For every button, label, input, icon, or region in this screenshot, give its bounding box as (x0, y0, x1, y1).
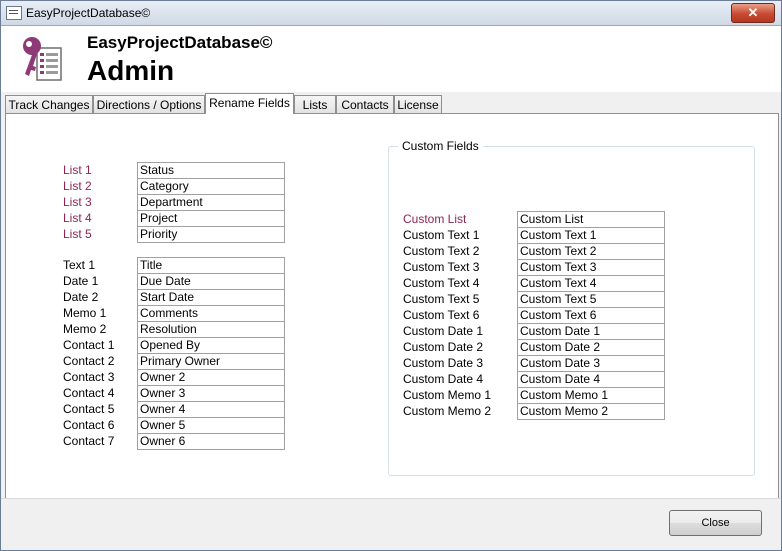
field-name-input[interactable]: Owner 6 (137, 433, 285, 450)
field-label: Contact 6 (63, 418, 115, 432)
tab-lists[interactable]: Lists (294, 95, 336, 113)
custom-field-label: Custom Text 1 (403, 228, 480, 242)
custom-field-input[interactable]: Custom Memo 2 (517, 403, 665, 420)
field-label: Text 1 (63, 258, 96, 272)
field-name-input[interactable]: Resolution (137, 321, 285, 338)
field-name-input[interactable]: Owner 3 (137, 385, 285, 402)
field-label: Contact 7 (63, 434, 115, 448)
custom-field-input[interactable]: Custom Date 1 (517, 323, 665, 340)
field-name-input[interactable]: Title (137, 257, 285, 274)
list-label: List 4 (63, 211, 92, 225)
custom-fields-title: Custom Fields (398, 139, 483, 153)
window-close-button[interactable]: ✕ (731, 3, 775, 23)
custom-field-input[interactable]: Custom Text 1 (517, 227, 665, 244)
custom-field-input[interactable]: Custom Text 3 (517, 259, 665, 276)
close-button[interactable]: Close (669, 510, 762, 536)
custom-field-label: Custom Date 1 (403, 324, 484, 338)
custom-field-label: Custom Date 2 (403, 340, 484, 354)
list-label: List 5 (63, 227, 92, 241)
custom-field-label: Custom Text 3 (403, 260, 480, 274)
app-window: EasyProjectDatabase© ✕ EasyProjectDataba… (0, 0, 782, 551)
field-label: Memo 2 (63, 322, 107, 336)
field-name-input[interactable]: Primary Owner (137, 353, 285, 370)
field-label: Contact 5 (63, 402, 115, 416)
window-title: EasyProjectDatabase© (26, 6, 151, 20)
rename-fields-panel: List 1 Status List 2 Category List 3 Dep… (5, 113, 779, 499)
field-name-input[interactable]: Owner 2 (137, 369, 285, 386)
custom-field-label: Custom Text 5 (403, 292, 480, 306)
custom-field-input[interactable]: Custom List (517, 211, 665, 228)
field-label: Contact 1 (63, 338, 115, 352)
custom-field-label: Custom Date 3 (403, 356, 484, 370)
footer-divider (1, 498, 781, 499)
list-label: List 2 (63, 179, 92, 193)
custom-field-input[interactable]: Custom Date 3 (517, 355, 665, 372)
custom-field-label: Custom List (403, 212, 467, 226)
custom-field-label: Custom Text 2 (403, 244, 480, 258)
page-title: Admin (87, 55, 175, 86)
custom-field-input[interactable]: Custom Text 4 (517, 275, 665, 292)
field-name-input[interactable]: Owner 5 (137, 417, 285, 434)
key-form-icon (23, 37, 62, 81)
custom-field-label: Custom Text 4 (403, 276, 480, 290)
header: EasyProjectDatabase© Admin (1, 26, 781, 92)
list-name-input[interactable]: Priority (137, 226, 285, 243)
title-bar[interactable]: EasyProjectDatabase© ✕ (1, 1, 781, 26)
list-name-input[interactable]: Department (137, 194, 285, 211)
field-name-input[interactable]: Owner 4 (137, 401, 285, 418)
custom-field-input[interactable]: Custom Text 6 (517, 307, 665, 324)
list-label: List 3 (63, 195, 92, 209)
custom-field-input[interactable]: Custom Memo 1 (517, 387, 665, 404)
field-label: Contact 3 (63, 370, 115, 384)
custom-field-label: Custom Text 6 (403, 308, 480, 322)
field-label: Contact 2 (63, 354, 115, 368)
tab-rename-fields[interactable]: Rename Fields (205, 93, 294, 114)
custom-field-label: Custom Date 4 (403, 372, 484, 386)
tab-license[interactable]: License (394, 95, 442, 113)
field-name-input[interactable]: Due Date (137, 273, 285, 290)
field-name-input[interactable]: Opened By (137, 337, 285, 354)
field-label: Date 1 (63, 274, 99, 288)
custom-field-input[interactable]: Custom Date 2 (517, 339, 665, 356)
custom-field-input[interactable]: Custom Date 4 (517, 371, 665, 388)
app-name: EasyProjectDatabase© (87, 33, 273, 52)
field-name-input[interactable]: Comments (137, 305, 285, 322)
list-name-input[interactable]: Project (137, 210, 285, 227)
app-window-icon (6, 6, 22, 20)
custom-field-input[interactable]: Custom Text 2 (517, 243, 665, 260)
list-name-input[interactable]: Status (137, 162, 285, 179)
custom-field-label: Custom Memo 1 (403, 388, 492, 402)
custom-field-input[interactable]: Custom Text 5 (517, 291, 665, 308)
list-name-input[interactable]: Category (137, 178, 285, 195)
custom-field-label: Custom Memo 2 (403, 404, 492, 418)
field-label: Date 2 (63, 290, 99, 304)
list-label: List 1 (63, 163, 92, 177)
field-name-input[interactable]: Start Date (137, 289, 285, 306)
field-label: Memo 1 (63, 306, 107, 320)
tab-directions-options[interactable]: Directions / Options (93, 95, 205, 113)
tab-track-changes[interactable]: Track Changes (5, 95, 93, 113)
field-label: Contact 4 (63, 386, 115, 400)
tab-contacts[interactable]: Contacts (336, 95, 394, 113)
